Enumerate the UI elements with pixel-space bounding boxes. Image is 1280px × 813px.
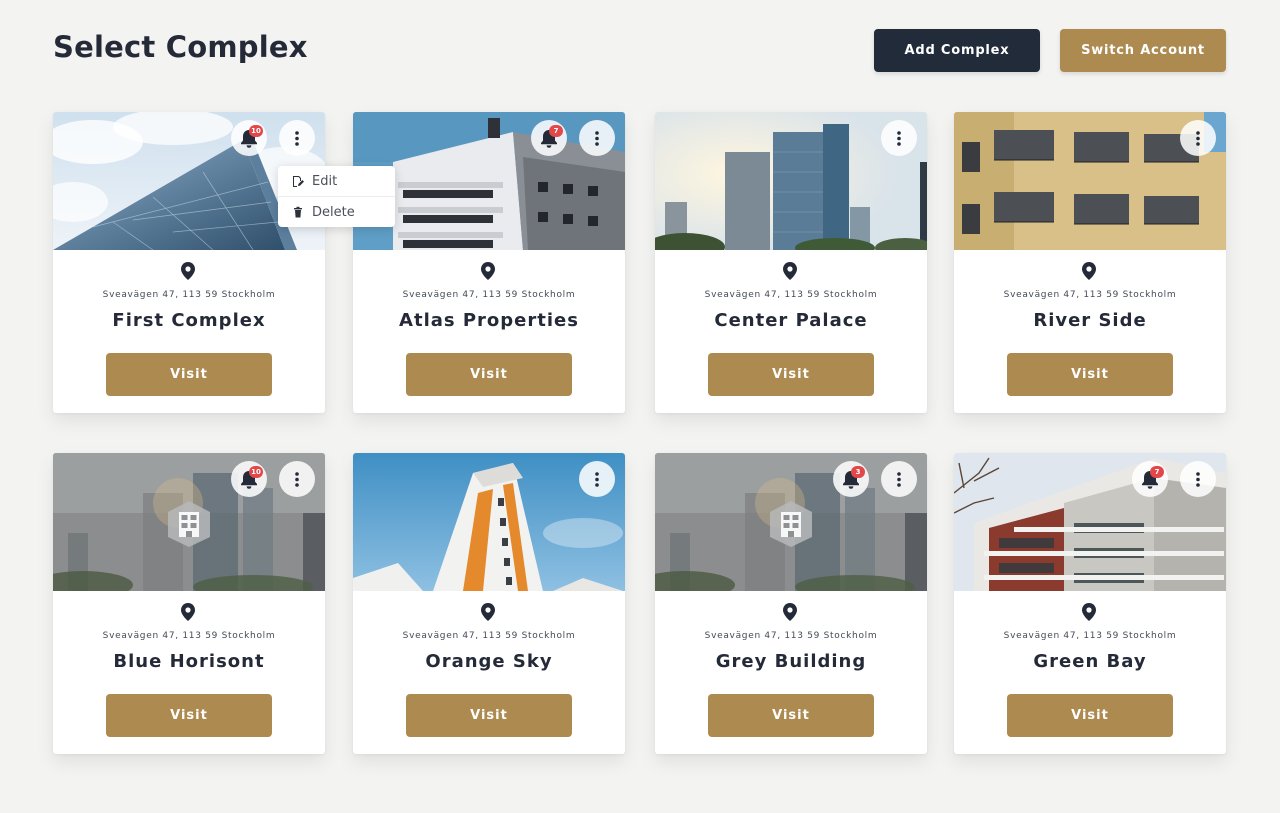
kebab-menu-icon	[897, 471, 901, 487]
building-placeholder-icon	[770, 501, 812, 547]
notifications-button[interactable]: 10	[231, 461, 267, 497]
complex-address: Sveavägen 47, 113 59 Stockholm	[704, 631, 878, 641]
kebab-menu-icon	[595, 130, 599, 146]
visit-button[interactable]: Visit	[406, 353, 572, 396]
notification-badge: 10	[249, 125, 263, 137]
card-context-menu: Edit Delete	[278, 166, 395, 227]
complex-address: Sveavägen 47, 113 59 Stockholm	[704, 290, 878, 300]
notifications-button[interactable]: 7	[1132, 461, 1168, 497]
kebab-menu-icon	[897, 130, 901, 146]
complex-card: 3 Sveavägen 47, 113 59 Stockholm Grey Bu…	[655, 453, 927, 754]
visit-button[interactable]: Visit	[406, 694, 572, 737]
complex-card: Sveavägen 47, 113 59 Stockholm Orange Sk…	[353, 453, 625, 754]
kebab-menu-icon	[1196, 130, 1200, 146]
more-options-button[interactable]	[579, 461, 615, 497]
context-menu-delete-label: Delete	[312, 204, 355, 220]
more-options-button[interactable]	[279, 120, 315, 156]
location-pin-icon	[181, 262, 195, 280]
visit-button[interactable]: Visit	[1007, 353, 1173, 396]
visit-button[interactable]: Visit	[106, 694, 272, 737]
page-title: Select Complex	[53, 30, 308, 64]
switch-account-button[interactable]: Switch Account	[1060, 29, 1226, 72]
context-menu-delete[interactable]: Delete	[278, 197, 395, 227]
complex-card: Sveavägen 47, 113 59 Stockholm River Sid…	[954, 112, 1226, 413]
notifications-button[interactable]: 7	[531, 120, 567, 156]
more-options-button[interactable]	[579, 120, 615, 156]
visit-button[interactable]: Visit	[106, 353, 272, 396]
visit-button[interactable]: Visit	[1007, 694, 1173, 737]
complex-address: Sveavägen 47, 113 59 Stockholm	[102, 290, 276, 300]
location-pin-icon	[1082, 262, 1096, 280]
complex-address: Sveavägen 47, 113 59 Stockholm	[402, 290, 576, 300]
location-pin-icon	[181, 603, 195, 621]
location-pin-icon	[783, 262, 797, 280]
location-pin-icon	[1082, 603, 1096, 621]
complex-card: 10 Sveavägen 47, 113 59 Stockholm First …	[53, 112, 325, 413]
notification-badge: 7	[1150, 466, 1164, 478]
complex-address: Sveavägen 47, 113 59 Stockholm	[102, 631, 276, 641]
location-pin-icon	[783, 603, 797, 621]
more-options-button[interactable]	[881, 120, 917, 156]
notifications-button[interactable]: 10	[231, 120, 267, 156]
edit-icon	[293, 176, 304, 187]
complex-name: River Side	[1033, 310, 1147, 331]
kebab-menu-icon	[295, 130, 299, 146]
more-options-button[interactable]	[1180, 461, 1216, 497]
complex-card: Sveavägen 47, 113 59 Stockholm Center Pa…	[655, 112, 927, 413]
kebab-menu-icon	[295, 471, 299, 487]
complex-card: 7 Sveavägen 47, 113 59 Stockholm Atlas P…	[353, 112, 625, 413]
building-placeholder-icon	[168, 501, 210, 547]
context-menu-edit-label: Edit	[312, 173, 338, 189]
more-options-button[interactable]	[279, 461, 315, 497]
notification-badge: 10	[249, 466, 263, 478]
notifications-button[interactable]: 3	[833, 461, 869, 497]
page: Select Complex Add Complex Switch Accoun…	[0, 0, 1280, 813]
notification-badge: 7	[549, 125, 563, 137]
complex-name: Green Bay	[1033, 651, 1147, 672]
complex-name: Orange Sky	[425, 651, 553, 672]
complex-name: Atlas Properties	[399, 310, 579, 331]
trash-icon	[294, 206, 302, 218]
complex-address: Sveavägen 47, 113 59 Stockholm	[1003, 631, 1177, 641]
complex-name: Blue Horisont	[113, 651, 265, 672]
complex-name: Grey Building	[715, 651, 867, 672]
more-options-button[interactable]	[1180, 120, 1216, 156]
complex-address: Sveavägen 47, 113 59 Stockholm	[1003, 290, 1177, 300]
visit-button[interactable]: Visit	[708, 694, 874, 737]
complex-card: 7 Sveavägen 47, 113 59 Stockholm Green B…	[954, 453, 1226, 754]
location-pin-icon	[481, 603, 495, 621]
notification-badge: 3	[851, 466, 865, 478]
complex-name: Center Palace	[714, 310, 868, 331]
kebab-menu-icon	[1196, 471, 1200, 487]
complex-card: 10 Sveavägen 47, 113 59 Stockholm Blue H…	[53, 453, 325, 754]
context-menu-edit[interactable]: Edit	[278, 166, 395, 197]
complex-address: Sveavägen 47, 113 59 Stockholm	[402, 631, 576, 641]
visit-button[interactable]: Visit	[708, 353, 874, 396]
add-complex-button[interactable]: Add Complex	[874, 29, 1040, 72]
kebab-menu-icon	[595, 471, 599, 487]
location-pin-icon	[481, 262, 495, 280]
complex-name: First Complex	[112, 310, 266, 331]
more-options-button[interactable]	[881, 461, 917, 497]
